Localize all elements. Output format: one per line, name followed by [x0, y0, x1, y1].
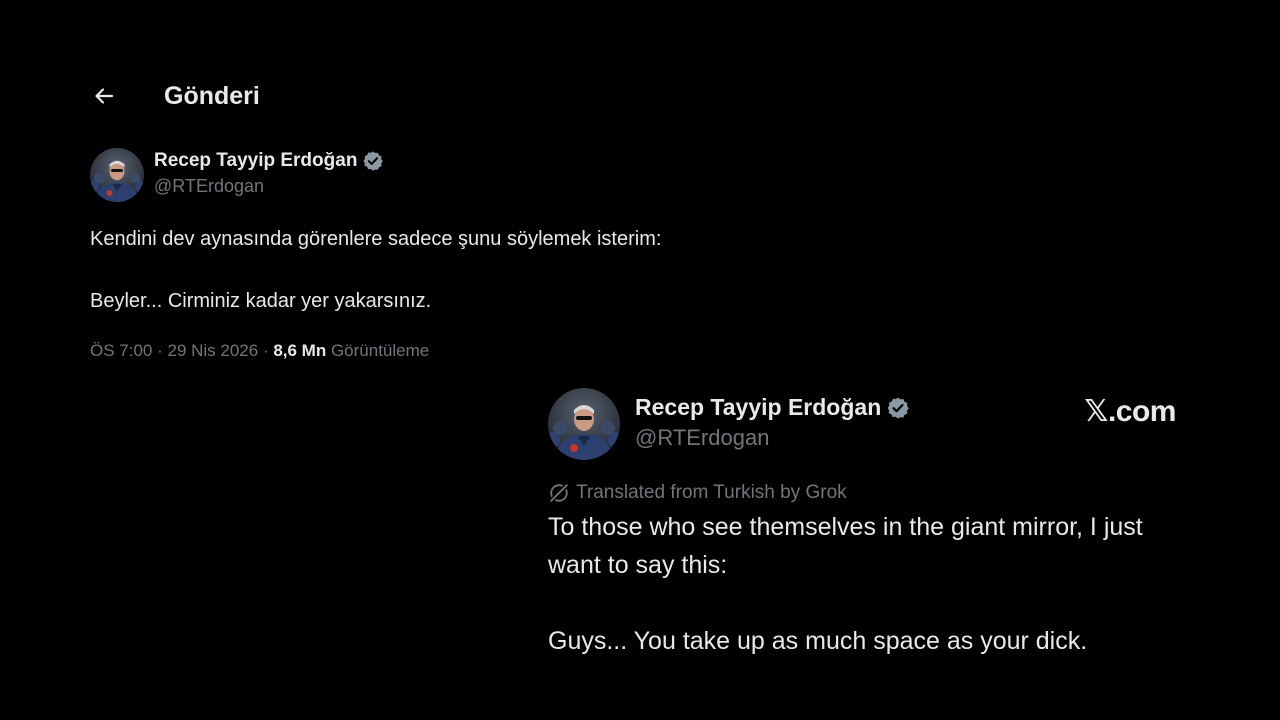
author-name[interactable]: Recep Tayyip Erdoğan — [154, 150, 357, 172]
grok-icon — [548, 482, 570, 504]
post-time[interactable]: ÖS 7:00 — [90, 341, 152, 360]
avatar[interactable] — [90, 148, 144, 202]
verified-badge-icon[interactable] — [362, 150, 384, 172]
post: Recep Tayyip Erdoğan @RTErdogan Kendini … — [90, 148, 790, 361]
meta-separator: · — [152, 341, 168, 360]
author-name[interactable]: Recep Tayyip Erdoğan — [635, 394, 881, 421]
post-paragraph: Kendini dev aynasında görenlere sadece ş… — [90, 228, 662, 250]
translation-note: Translated from Turkish by Grok — [548, 482, 1188, 504]
author-name-row: Recep Tayyip Erdoğan — [154, 150, 384, 172]
back-button[interactable] — [88, 82, 120, 114]
author-name-row: Recep Tayyip Erdoğan — [635, 394, 910, 421]
translated-paragraph: Guys... You take up as much space as you… — [548, 627, 1088, 655]
verified-badge-icon[interactable] — [886, 396, 910, 420]
translation-card: Recep Tayyip Erdoğan @RTErdogan 𝕏.com Tr… — [548, 388, 1188, 660]
post-meta: ÖS 7:00 · 29 Nis 2026 · 8,6 Mn Görüntüle… — [90, 341, 790, 361]
page-title: Gönderi — [164, 82, 260, 110]
author-info: Recep Tayyip Erdoğan @RTErdogan — [154, 150, 384, 197]
translated-paragraph: To those who see themselves in the giant… — [548, 513, 1143, 579]
x-logo: 𝕏.com — [1084, 395, 1176, 428]
page-header: Gönderi — [88, 78, 260, 118]
author-info: Recep Tayyip Erdoğan @RTErdogan — [635, 394, 910, 451]
views-count: 8,6 Mn — [273, 341, 327, 360]
author-handle[interactable]: @RTErdogan — [635, 425, 910, 451]
post-author-row: Recep Tayyip Erdoğan @RTErdogan — [90, 148, 790, 202]
meta-separator: · — [258, 341, 274, 360]
arrow-left-icon — [92, 84, 116, 113]
post-date[interactable]: 29 Nis 2026 — [167, 341, 258, 360]
translated-label[interactable]: Translated from Turkish by Grok — [576, 482, 847, 504]
post-paragraph: Beyler... Cirminiz kadar yer yakarsınız. — [90, 290, 432, 312]
post-body: Kendini dev aynasında görenlere sadece ş… — [90, 224, 790, 317]
avatar[interactable] — [548, 388, 620, 460]
author-handle[interactable]: @RTErdogan — [154, 176, 384, 197]
translated-body: To those who see themselves in the giant… — [548, 508, 1188, 660]
views-label: Görüntüleme — [326, 341, 430, 360]
